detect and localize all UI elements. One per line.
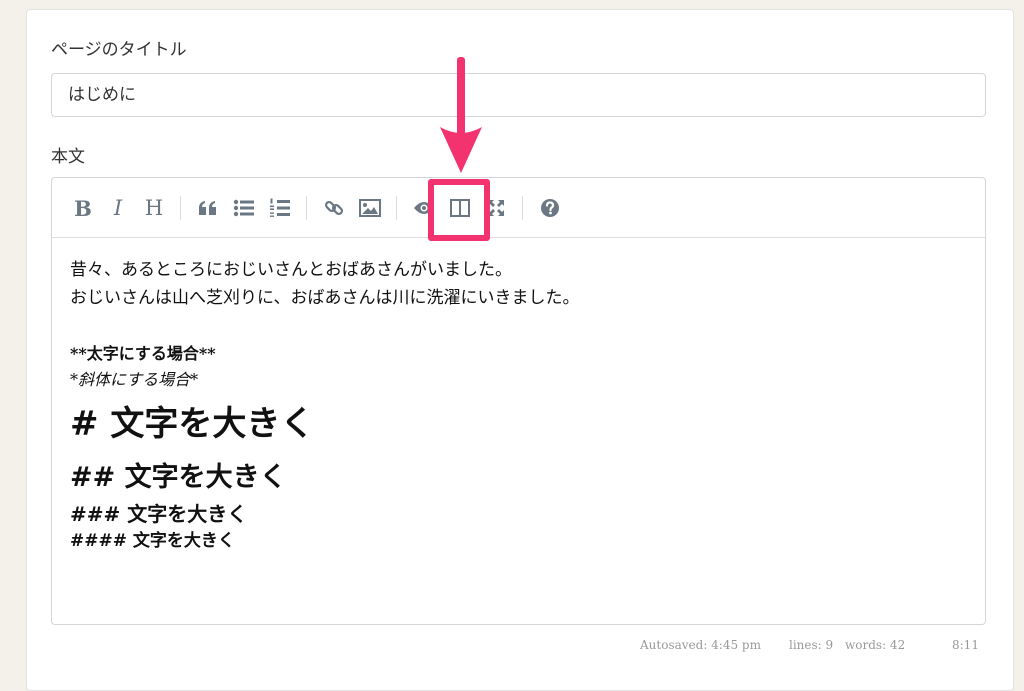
italic-button[interactable]: I	[104, 194, 132, 222]
toolbar-separator	[180, 196, 181, 220]
cursor-position: 8:11	[952, 638, 979, 652]
bold-button[interactable]: B	[69, 194, 97, 222]
toolbar-separator	[522, 196, 523, 220]
page-title-input[interactable]: はじめに	[51, 73, 986, 117]
bold-markdown-line: **太字にする場合**	[70, 344, 216, 363]
unordered-list-button[interactable]	[230, 194, 258, 222]
unordered-list-icon	[233, 199, 254, 217]
text-line: 昔々、あるところにおじいさんとおばあさんがいました。	[70, 260, 512, 280]
image-button[interactable]	[356, 194, 384, 222]
text-line: おじいさんは山へ芝刈りに、おばあさんは川に洗濯にいきました。	[70, 288, 580, 308]
quote-button[interactable]	[194, 194, 222, 222]
markdown-editor: B I H 昔々、あるところにおじいさんとおばあさんがいました。 おじいさんは山…	[51, 177, 986, 625]
autosaved-status: Autosaved: 4:45 pm	[640, 638, 761, 652]
link-button[interactable]	[320, 194, 348, 222]
editor-toolbar: B I H	[52, 178, 985, 238]
heading-button[interactable]: H	[140, 194, 168, 222]
help-button[interactable]	[536, 194, 564, 222]
page-title-label: ページのタイトル	[51, 40, 187, 60]
heading-1-line: # 文字を大きく	[70, 404, 315, 444]
heading-3-line: ### 文字を大きく	[70, 502, 248, 526]
link-icon	[324, 200, 344, 216]
arrow-down-icon	[440, 57, 482, 173]
highlight-box	[428, 179, 490, 241]
ordered-list-icon	[270, 198, 290, 217]
editor-content[interactable]: 昔々、あるところにおじいさんとおばあさんがいました。 おじいさんは山へ芝刈りに、…	[70, 256, 960, 554]
body-label: 本文	[51, 147, 85, 167]
toolbar-separator	[396, 196, 397, 220]
heading-2-line: ## 文字を大きく	[70, 462, 287, 493]
question-circle-icon	[541, 199, 559, 217]
italic-markdown-line: *斜体にする場合*	[70, 370, 199, 389]
image-icon	[359, 199, 381, 217]
lines-count: lines: 9	[789, 638, 834, 652]
quote-icon	[199, 201, 216, 215]
heading-4-line: #### 文字を大きく	[70, 531, 235, 551]
ordered-list-button[interactable]	[266, 194, 294, 222]
toolbar-separator	[306, 196, 307, 220]
words-count: words: 42	[845, 638, 906, 652]
